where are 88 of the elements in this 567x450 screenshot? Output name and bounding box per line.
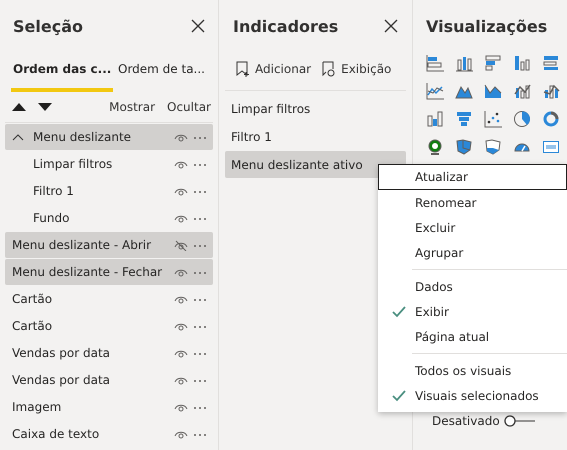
layer-label: Menu deslizante xyxy=(33,130,132,144)
toggle-label: Desativado xyxy=(432,414,500,428)
line-chart-icon[interactable] xyxy=(426,82,444,100)
layer-item[interactable]: Fundo xyxy=(5,205,213,231)
column-chart-icon[interactable] xyxy=(513,54,531,72)
pane-title: Visualizações xyxy=(426,16,548,38)
more-icon[interactable] xyxy=(193,270,207,274)
pane-title: Indicadores xyxy=(233,16,338,36)
ribbon-chart-icon[interactable] xyxy=(426,110,444,128)
bar-chart-icon[interactable] xyxy=(426,54,444,72)
layer-label: Filtro 1 xyxy=(33,184,75,198)
menu-item[interactable]: Atualizar xyxy=(378,164,567,190)
more-icon[interactable] xyxy=(193,162,207,166)
layer-label: Fundo xyxy=(33,211,70,225)
donut-chart-icon[interactable] xyxy=(542,110,560,128)
layer-item[interactable]: Menu deslizante - Fechar xyxy=(5,259,213,285)
bookmark-item[interactable]: Limpar filtros xyxy=(225,95,406,122)
area-chart-icon[interactable] xyxy=(484,82,502,100)
card-icon[interactable] xyxy=(542,138,560,156)
layer-label: Vendas por data xyxy=(12,346,112,360)
bar-chart-icon[interactable] xyxy=(484,54,502,72)
layer-item[interactable]: Imagem xyxy=(5,394,213,420)
menu-item[interactable]: Agrupar xyxy=(378,240,567,265)
menu-item[interactable]: Todos os visuais xyxy=(378,358,567,383)
layer-item[interactable]: Caixa de texto xyxy=(5,421,213,447)
layer-label: Menu deslizante - Abrir xyxy=(12,238,152,252)
combo-chart-icon[interactable] xyxy=(513,82,531,100)
more-icon[interactable] xyxy=(193,404,207,410)
layer-label: Limpar filtros xyxy=(33,157,114,171)
layer-item[interactable]: Cartão xyxy=(5,313,213,339)
more-icon[interactable] xyxy=(193,134,207,140)
column-chart-icon[interactable] xyxy=(455,54,473,72)
action-button[interactable]: Ocultar xyxy=(167,100,211,114)
menu-item[interactable]: Página atual xyxy=(378,324,567,349)
scatter-chart-icon[interactable] xyxy=(484,110,502,128)
layer-item[interactable]: Vendas por data xyxy=(5,340,213,366)
map-icon[interactable] xyxy=(484,138,502,156)
chevron-icon[interactable] xyxy=(12,133,24,141)
more-icon[interactable] xyxy=(193,216,207,220)
more-icon[interactable] xyxy=(193,432,207,436)
layer-item[interactable]: Filtro 1 xyxy=(5,178,213,204)
pane-title: Seleção xyxy=(13,16,83,36)
layer-item[interactable]: Cartão xyxy=(5,286,213,312)
more-icon[interactable] xyxy=(193,378,207,382)
map-icon[interactable] xyxy=(455,138,473,156)
move-down-icon[interactable] xyxy=(38,102,52,112)
bookmark-item[interactable]: Filtro 1 xyxy=(225,123,406,150)
eye-slash-icon[interactable] xyxy=(174,239,188,251)
bookmark-view-icon xyxy=(321,60,338,78)
close-icon[interactable] xyxy=(383,18,399,34)
tab[interactable]: Ordem de ta... xyxy=(116,52,207,92)
action-button[interactable]: Mostrar xyxy=(109,100,156,114)
bookmark-label: Menu deslizante ativo xyxy=(231,158,364,172)
more-icon[interactable] xyxy=(193,324,207,328)
layer-item[interactable]: Vendas por data xyxy=(5,367,213,393)
bookmark-add-icon xyxy=(235,60,251,78)
menu-item[interactable]: Visuais selecionados xyxy=(378,383,567,408)
pie-chart-icon[interactable] xyxy=(513,110,531,128)
bar-chart-icon[interactable] xyxy=(542,54,560,72)
layer-label: Vendas por data xyxy=(12,373,112,387)
combo-chart-icon[interactable] xyxy=(542,82,560,100)
more-icon[interactable] xyxy=(193,296,207,302)
menu-item[interactable]: Exibir xyxy=(378,299,567,324)
funnel-icon[interactable] xyxy=(455,110,473,128)
layer-label: Menu deslizante - Fechar xyxy=(12,265,164,279)
toggle-switch[interactable] xyxy=(504,415,536,427)
layer-item[interactable]: Menu deslizante xyxy=(5,124,213,150)
menu-item[interactable]: Dados xyxy=(378,274,567,299)
layer-label: Imagem xyxy=(12,400,62,414)
more-icon[interactable] xyxy=(193,242,207,248)
layer-label: Caixa de texto xyxy=(12,427,100,441)
layer-label: Cartão xyxy=(12,319,54,333)
close-icon[interactable] xyxy=(190,18,206,34)
toolbar-button[interactable]: Adicionar xyxy=(235,60,312,78)
bookmark-label: Limpar filtros xyxy=(231,102,312,116)
layer-item[interactable]: Menu deslizante - Abrir xyxy=(5,232,213,258)
more-icon[interactable] xyxy=(193,350,207,356)
tab[interactable]: Ordem das c... xyxy=(11,52,114,92)
layer-label: Cartão xyxy=(12,292,54,306)
toolbar-button[interactable]: Exibição xyxy=(321,60,392,78)
bookmark-label: Filtro 1 xyxy=(231,130,273,144)
bookmark-item[interactable]: Menu deslizante ativo xyxy=(225,151,406,178)
menu-item[interactable]: Excluir xyxy=(378,215,567,240)
more-icon[interactable] xyxy=(193,188,207,194)
menu-item[interactable]: Renomear xyxy=(378,190,567,215)
move-up-icon[interactable] xyxy=(12,102,26,112)
layer-item[interactable]: Limpar filtros xyxy=(5,151,213,177)
globe-icon[interactable] xyxy=(426,138,444,156)
